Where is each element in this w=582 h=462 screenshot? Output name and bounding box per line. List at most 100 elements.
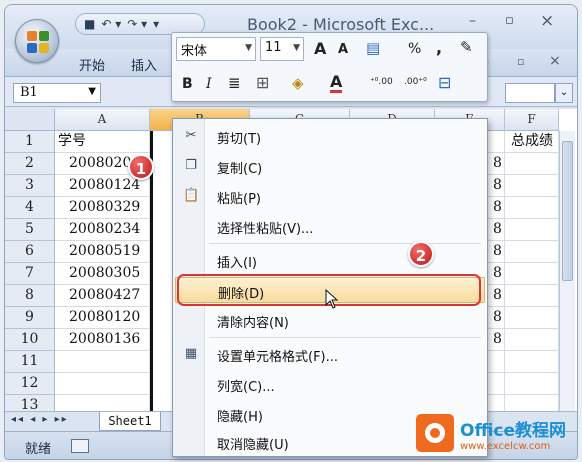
context-menu: ✂ 剪切(T) ❐ 复制(C) 📋 粘贴(P) 选择性粘贴(V)... 插入(I) 删除(D) 清… [172, 118, 488, 457]
row-header[interactable]: 1 [5, 131, 55, 153]
column-header-a[interactable]: A [55, 109, 150, 131]
percent-style-icon[interactable]: % [408, 42, 421, 56]
select-all-corner[interactable] [5, 109, 55, 131]
name-box[interactable]: B1 ▼ [13, 83, 101, 103]
bold-button[interactable]: B [182, 77, 193, 91]
italic-button[interactable]: I [206, 77, 212, 91]
formula-input[interactable] [505, 83, 555, 103]
menu-item-label: 列宽(C)... [217, 380, 275, 395]
format-cells-icon[interactable]: ▤ [366, 41, 380, 56]
sheet-navigation-arrows[interactable]: ◂◂ ◂ ▸ ▸▸ [11, 414, 69, 425]
minimize-button[interactable]: – [469, 13, 476, 29]
chevron-down-icon[interactable]: ▼ [293, 43, 300, 53]
menu-item-clear[interactable]: 清除内容(N) [175, 307, 485, 333]
fill-color-icon[interactable]: ◈ [292, 76, 304, 91]
cell-a[interactable]: 20080519 [55, 241, 150, 263]
comma-style-icon[interactable]: , [436, 40, 442, 56]
cell-a[interactable]: 20080329 [55, 197, 150, 219]
macro-record-icon[interactable] [71, 439, 89, 453]
vertical-scrollbar[interactable] [559, 131, 575, 411]
mouse-pointer-icon [325, 289, 339, 309]
column-header-f[interactable]: F [505, 109, 559, 131]
row-header[interactable]: 11 [5, 351, 55, 373]
font-name-dropdown[interactable]: 宋体 ▼ [176, 37, 256, 61]
save-icon[interactable]: ■ [84, 18, 95, 30]
font-size-dropdown[interactable]: 11 ▼ [260, 37, 304, 61]
row-header[interactable]: 2 [5, 153, 55, 175]
cell-f[interactable] [505, 197, 559, 219]
menu-item-label: 设置单元格格式(F)... [217, 350, 339, 365]
cell-a[interactable] [55, 373, 150, 395]
undo-icon[interactable]: ↶ ▾ [101, 18, 121, 30]
row-header[interactable]: 9 [5, 307, 55, 329]
cell-a[interactable]: 20080427 [55, 285, 150, 307]
row-header[interactable]: 10 [5, 329, 55, 351]
restore-button[interactable]: ▫ [505, 13, 514, 28]
name-box-value: B1 [20, 85, 38, 100]
tab-insert[interactable]: 插入 [131, 55, 157, 74]
cell-f[interactable] [505, 307, 559, 329]
decrease-decimal-icon[interactable]: .00⁺⁰ [404, 78, 427, 87]
insert-icon [183, 252, 199, 268]
grow-font-icon[interactable]: A [314, 41, 326, 57]
cell-f[interactable] [505, 263, 559, 285]
close-button[interactable]: × [540, 11, 554, 31]
menu-item-label: 选择性粘贴(V)... [217, 222, 314, 237]
cell-a[interactable]: 20080120 [55, 307, 150, 329]
office-button[interactable] [15, 19, 59, 63]
borders-icon[interactable]: ⊞ [256, 75, 269, 91]
chevron-down-icon[interactable]: ▼ [88, 86, 96, 97]
increase-decimal-icon[interactable]: ⁺⁰.00 [370, 78, 393, 87]
menu-item-format-cells[interactable]: ▦ 设置单元格格式(F)... [175, 341, 485, 367]
cell-a[interactable] [55, 351, 150, 373]
row-header[interactable]: 7 [5, 263, 55, 285]
cell-f[interactable] [505, 175, 559, 197]
cell-f[interactable] [505, 285, 559, 307]
cell-a[interactable]: 学号 [55, 131, 150, 153]
row-header[interactable]: 3 [5, 175, 55, 197]
cell-f[interactable]: 总成绩 [505, 131, 559, 153]
customize-qat-icon[interactable]: ▾ [153, 18, 159, 30]
row-header[interactable]: 4 [5, 197, 55, 219]
sheet-tab-sheet1[interactable]: Sheet1 [99, 412, 161, 431]
row-header[interactable]: 12 [5, 373, 55, 395]
menu-item-paste[interactable]: 📋 粘贴(P) [175, 183, 485, 209]
redo-icon[interactable]: ↷ ▾ [127, 18, 147, 30]
cell-f[interactable] [505, 329, 559, 351]
menu-item-paste-special[interactable]: 选择性粘贴(V)... [175, 213, 485, 239]
cell-f[interactable] [505, 241, 559, 263]
align-center-icon[interactable]: ≣ [228, 76, 241, 91]
format-painter-icon[interactable]: ✎ [460, 40, 473, 55]
cell-f[interactable] [505, 153, 559, 175]
cell-f[interactable] [505, 351, 559, 373]
cell-a[interactable]: 20080136 [55, 329, 150, 351]
scrollbar-thumb[interactable] [562, 141, 573, 281]
cell-a[interactable]: 20080234 [55, 219, 150, 241]
row-header[interactable]: 5 [5, 219, 55, 241]
column-width-icon [183, 376, 199, 392]
chevron-down-icon[interactable]: ▼ [245, 43, 252, 53]
cell-a[interactable]: 20080305 [55, 263, 150, 285]
mini-format-toolbar: 宋体 ▼ 11 ▼ A A ▤ % , ✎ B I ≣ ⊞ ◈ A ⁺⁰.00 … [171, 32, 488, 102]
row-header[interactable]: 6 [5, 241, 55, 263]
menu-item-column-width[interactable]: 列宽(C)... [175, 371, 485, 397]
row-header[interactable]: 8 [5, 285, 55, 307]
menu-item-label: 插入(I) [217, 256, 257, 271]
merge-center-icon[interactable]: ⊟ [438, 75, 451, 91]
workbook-close-button[interactable]: × [549, 53, 561, 69]
workbook-restore-button[interactable]: ▫ [517, 55, 524, 68]
hide-icon [183, 406, 199, 422]
menu-item-cut[interactable]: ✂ 剪切(T) [175, 123, 485, 149]
watermark-title: Office教程网 [460, 421, 567, 441]
shrink-font-icon[interactable]: A [338, 43, 348, 56]
tab-home[interactable]: 开始 [79, 55, 105, 74]
menu-item-insert[interactable]: 插入(I) [175, 247, 485, 273]
expand-formula-bar-icon[interactable]: ⌄ [555, 83, 573, 103]
menu-item-copy[interactable]: ❐ 复制(C) [175, 153, 485, 179]
font-color-icon[interactable]: A [330, 74, 343, 93]
unhide-icon [183, 434, 199, 450]
cell-f[interactable] [505, 219, 559, 241]
menu-item-label: 复制(C) [217, 162, 263, 177]
clear-icon [183, 312, 199, 328]
cell-f[interactable] [505, 373, 559, 395]
